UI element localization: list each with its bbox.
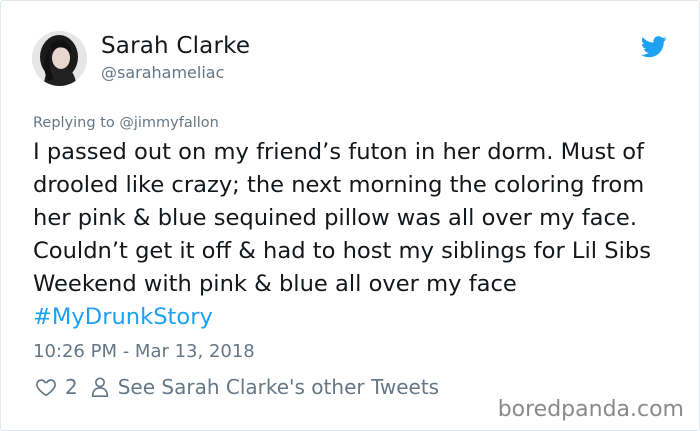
watermark: boredpanda.com bbox=[497, 397, 684, 422]
display-name[interactable]: Sarah Clarke bbox=[101, 33, 250, 59]
tweet-text: I passed out on my friend’s futon in her… bbox=[33, 136, 683, 334]
replying-to: Replying to @jimmyfallon bbox=[33, 115, 219, 131]
twitter-bird-icon[interactable] bbox=[641, 36, 667, 58]
heart-icon[interactable] bbox=[35, 376, 57, 398]
avatar[interactable] bbox=[32, 31, 87, 86]
replying-mention-link[interactable]: @jimmyfallon bbox=[119, 115, 219, 131]
other-tweets-link[interactable]: See Sarah Clarke's other Tweets bbox=[118, 375, 439, 399]
hashtag-link[interactable]: #MyDrunkStory bbox=[33, 304, 213, 330]
avatar-image bbox=[32, 31, 87, 86]
person-icon bbox=[91, 377, 108, 397]
replying-prefix: Replying to bbox=[33, 115, 115, 131]
tweet-card: Sarah Clarke @sarahameliac Replying to @… bbox=[0, 0, 700, 431]
like-count[interactable]: 2 bbox=[65, 375, 78, 399]
tweet-timestamp[interactable]: 10:26 PM - Mar 13, 2018 bbox=[33, 341, 255, 362]
tweet-body: I passed out on my friend’s futon in her… bbox=[33, 139, 651, 297]
tweet-actions: 2 See Sarah Clarke's other Tweets bbox=[35, 375, 439, 399]
user-handle[interactable]: @sarahameliac bbox=[101, 63, 224, 82]
